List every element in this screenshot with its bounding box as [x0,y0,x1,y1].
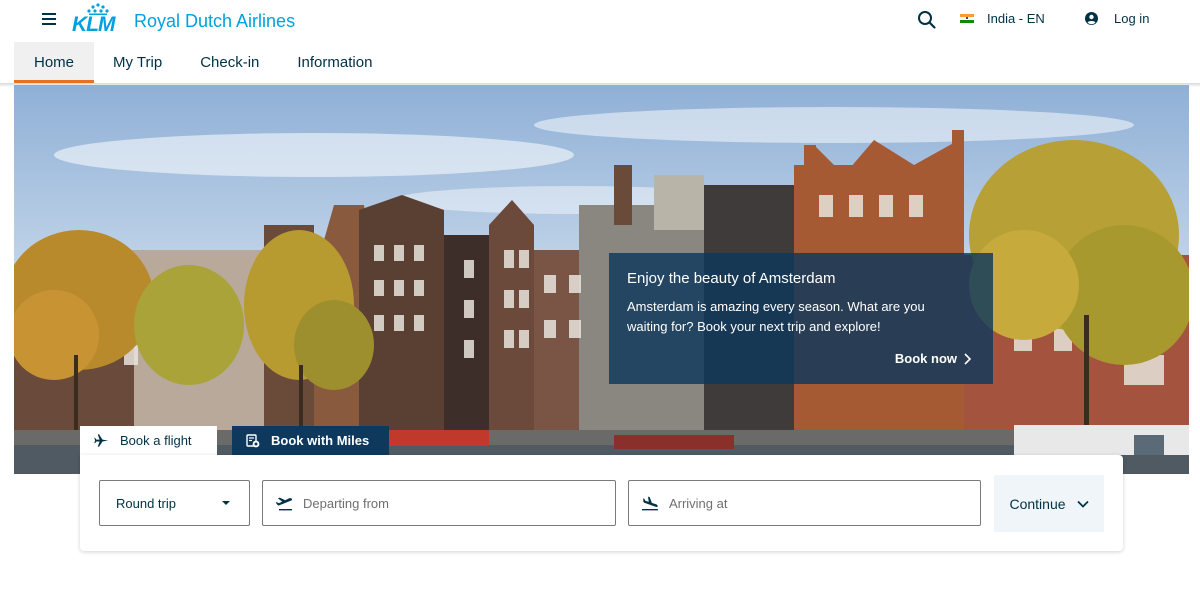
caret-down-icon [222,501,230,505]
departing-from-input[interactable] [303,495,603,511]
booking-panel: Round trip Continue [80,455,1123,551]
continue-label: Continue [1009,495,1066,512]
india-flag-icon [960,13,974,24]
continue-button[interactable]: Continue [994,475,1104,532]
book-now-label: Book now [894,351,957,366]
plane-takeoff-icon [275,497,293,511]
login-label: Log in [1114,11,1150,26]
tab-my-trip[interactable]: My Trip [94,42,181,83]
plane-landing-icon [641,496,658,511]
promo-body: Amsterdam is amazing every season. What … [627,299,925,334]
promo-card: Enjoy the beauty of Amsterdam Amsterdam … [609,253,993,384]
book-now-link[interactable]: Book now [895,351,971,366]
plane-icon [94,434,109,447]
locale-label: India - EN [987,11,1045,26]
tab-information[interactable]: Information [278,42,391,83]
departing-from-field[interactable] [262,480,616,526]
login-button[interactable]: Log in [1085,11,1149,26]
klm-logo[interactable]: KLM Royal Dutch Airlines [72,3,295,35]
trip-type-select[interactable]: Round trip [99,480,250,526]
arriving-at-input[interactable] [668,495,968,511]
booking-tabs: Book a flight Book with Miles [80,426,389,455]
tab-book-with-miles[interactable]: Book with Miles [232,426,389,455]
amsterdam-canal-houses-image [14,85,1189,474]
promo-title: Enjoy the beauty of Amsterdam [627,270,836,287]
search-icon[interactable] [917,10,937,30]
main-nav: Home My Trip Check-in Information [14,42,391,83]
tab-home[interactable]: Home [14,42,95,83]
locale-selector[interactable]: India - EN [960,11,1045,26]
tab-check-in[interactable]: Check-in [181,42,278,83]
miles-card-icon [246,433,260,447]
book-with-miles-label: Book with Miles [271,433,370,448]
account-circle-icon [1085,12,1098,25]
brand-name: Royal Dutch Airlines [134,11,296,31]
tab-book-a-flight[interactable]: Book a flight [80,426,217,455]
hamburger-menu-icon[interactable] [42,13,56,25]
chevron-down-icon [1076,500,1089,508]
trip-type-value: Round trip [116,495,176,511]
chevron-right-icon [964,352,971,365]
klm-logo-mark: KLM [72,3,124,35]
hero-banner [14,85,1189,474]
top-bar: KLM Royal Dutch Airlines India - EN Log … [0,0,1200,42]
arriving-at-field[interactable] [628,480,981,526]
klm-wordmark: KLM [72,13,115,36]
book-a-flight-label: Book a flight [120,433,192,448]
